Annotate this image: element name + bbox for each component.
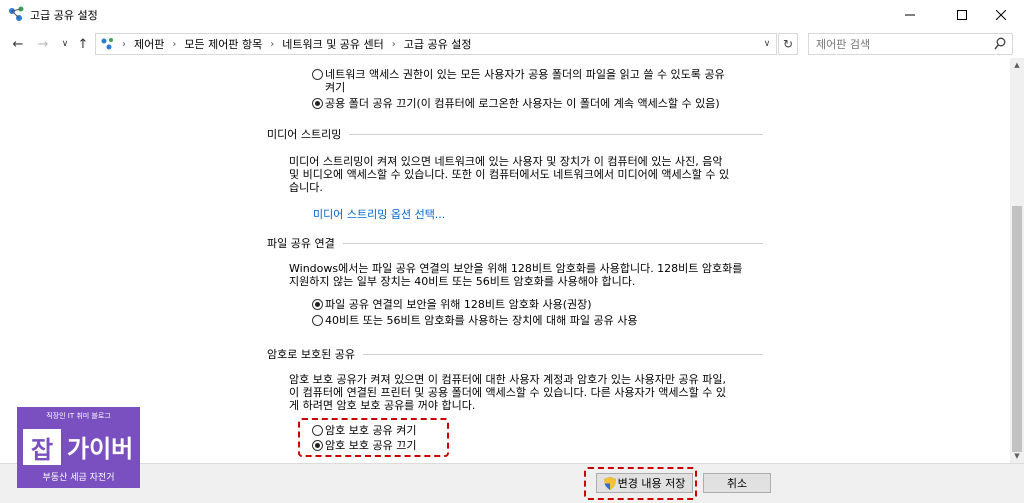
media-text-1: 미디어 스트리밍이 켜져 있으면 네트워크에 있는 사용자 및 장치가 이 컴퓨… [289, 155, 723, 168]
control-panel-icon [101, 38, 113, 50]
close-button[interactable] [978, 0, 1024, 30]
password-section-header: 암호로 보호된 공유 [267, 346, 763, 362]
file-sharing-section-header: 파일 공유 연결 [267, 235, 763, 251]
media-streaming-options-link[interactable]: 미디어 스트리밍 옵션 선택... [313, 206, 445, 222]
breadcrumb-advanced-sharing[interactable]: 고급 공유 설정 [404, 36, 472, 52]
password-text-3: 게 하려면 암호 보호 공유를 꺼야 합니다. [289, 399, 476, 412]
media-section-header: 미디어 스트리밍 [267, 126, 763, 142]
chevron-down-icon: ∨ [61, 39, 69, 49]
password-description: 암호 보호 공유가 켜져 있으면 이 컴퓨터에 대한 사용자 계정과 암호가 있… [289, 373, 764, 412]
encryption-128-label: 파일 공유 연결의 보안을 위해 128비트 암호화 사용(권장) [325, 298, 592, 311]
scroll-down-icon[interactable]: ▼ [1010, 449, 1024, 463]
watermark-bottom-text: 부동산 세금 자전거 [42, 473, 115, 483]
minimize-button[interactable] [887, 0, 933, 30]
scroll-thumb[interactable] [1012, 206, 1022, 452]
up-button[interactable]: ↑ [73, 34, 93, 54]
back-button[interactable]: ← [8, 34, 28, 54]
breadcrumb-separator-icon: › [172, 38, 177, 50]
file-sharing-text-2: 지원하지 않는 일부 장치는 40비트 또는 56비트 암호화를 사용해야 합니… [289, 275, 636, 288]
public-folder-on-text-2: 켜기 [325, 81, 346, 94]
media-text-2: 및 비디오에 액세스할 수 있습니다. 또한 이 컴퓨터에서도 네트워크에서 미… [289, 168, 730, 181]
public-folder-off-label: 공용 폴더 공유 끄기(이 컴퓨터에 로그온한 사용자는 이 폴더에 계속 액세… [325, 97, 720, 110]
vertical-scrollbar[interactable]: ▲ ▼ [1010, 58, 1024, 463]
search-icon [994, 37, 1006, 50]
refresh-button[interactable]: ↻ [778, 33, 798, 55]
watermark-top-text: 직장인 IT 취미 블로그 [46, 412, 111, 420]
radio-selected-icon [312, 299, 323, 310]
breadcrumb-separator-icon: › [391, 38, 396, 50]
forward-button[interactable]: → [33, 34, 53, 54]
radio-encryption-40[interactable]: 40비트 또는 56비트 암호화를 사용하는 장치에 대해 파일 공유 사용 [312, 314, 637, 327]
watermark-logo: 직장인 IT 취미 블로그 잡 가이버 부동산 세금 자전거 [17, 407, 140, 488]
radio-public-folder-off[interactable]: 공용 폴더 공유 끄기(이 컴퓨터에 로그온한 사용자는 이 폴더에 계속 액세… [312, 97, 720, 110]
cancel-button-label: 취소 [726, 477, 748, 490]
radio-encryption-128[interactable]: 파일 공유 연결의 보안을 위해 128비트 암호화 사용(권장) [312, 298, 592, 311]
button-bar: 변경 내용 저장 취소 [0, 463, 1024, 503]
breadcrumb-separator-icon: › [270, 38, 275, 50]
watermark-big-char: 잡 [23, 429, 61, 465]
refresh-icon: ↻ [782, 37, 794, 51]
encryption-40-label: 40비트 또는 56비트 암호화를 사용하는 장치에 대해 파일 공유 사용 [325, 314, 638, 327]
password-text-1: 암호 보호 공유가 켜져 있으면 이 컴퓨터에 대한 사용자 계정과 암호가 있… [289, 373, 727, 386]
address-row: ← → ∨ ↑ › 제어판 › 모든 제어판 항목 › 네트워크 및 공유 센터… [0, 30, 1024, 58]
maximize-icon [957, 10, 967, 20]
recent-button[interactable]: ∨ [55, 34, 75, 54]
radio-selected-icon [312, 98, 323, 109]
title-bar: 고급 공유 설정 [0, 0, 1024, 30]
arrow-up-icon: ↑ [77, 36, 89, 52]
search-box[interactable] [808, 33, 1013, 55]
radio-unselected-icon [312, 315, 323, 326]
radio-unselected-icon [312, 69, 323, 80]
address-bar[interactable]: › 제어판 › 모든 제어판 항목 › 네트워크 및 공유 센터 › 고급 공유… [95, 33, 777, 55]
close-icon [996, 10, 1006, 20]
password-header-text: 암호로 보호된 공유 [267, 348, 355, 361]
file-sharing-header-text: 파일 공유 연결 [267, 237, 335, 250]
network-icon [9, 6, 24, 21]
breadcrumb-control-panel[interactable]: 제어판 [134, 36, 164, 52]
highlight-save-button [584, 467, 697, 500]
search-input[interactable] [809, 34, 979, 54]
arrow-left-icon: ← [12, 36, 24, 52]
chevron-down-icon: ∨ [763, 39, 771, 49]
public-folder-on-label: 네트워크 액세스 권한이 있는 모든 사용자가 공용 폴더의 파일을 읽고 쓸 … [325, 68, 725, 94]
media-header-text: 미디어 스트리밍 [267, 128, 342, 141]
settings-content: 네트워크 액세스 권한이 있는 모든 사용자가 공용 폴더의 파일을 읽고 쓸 … [0, 58, 1010, 463]
scroll-up-icon[interactable]: ▲ [1010, 58, 1024, 72]
breadcrumb-all-items[interactable]: 모든 제어판 항목 [184, 36, 262, 52]
address-dropdown-button[interactable]: ∨ [758, 34, 776, 54]
window-title: 고급 공유 설정 [30, 9, 98, 22]
media-description: 미디어 스트리밍이 켜져 있으면 네트워크에 있는 사용자 및 장치가 이 컴퓨… [289, 155, 764, 194]
minimize-icon [905, 14, 915, 16]
breadcrumb-network-center[interactable]: 네트워크 및 공유 센터 [282, 36, 384, 52]
arrow-right-icon: → [37, 36, 49, 52]
public-folder-on-text-1: 네트워크 액세스 권한이 있는 모든 사용자가 공용 폴더의 파일을 읽고 쓸 … [325, 68, 725, 81]
radio-public-folder-on[interactable]: 네트워크 액세스 권한이 있는 모든 사용자가 공용 폴더의 파일을 읽고 쓸 … [312, 68, 725, 94]
file-sharing-text-1: Windows에서는 파일 공유 연결의 보안을 위해 128비트 암호화를 사… [289, 262, 743, 275]
cancel-button[interactable]: 취소 [703, 473, 771, 493]
watermark-big-text: 가이버 [67, 435, 134, 463]
media-text-3: 습니다. [289, 181, 323, 194]
file-sharing-description: Windows에서는 파일 공유 연결의 보안을 위해 128비트 암호화를 사… [289, 262, 764, 288]
breadcrumb-separator-icon: › [122, 38, 126, 50]
password-text-2: 이 컴퓨터에 연결된 프린터 및 공용 폴더에 액세스할 수 있습니다. 다른 … [289, 386, 727, 399]
highlight-password-options [298, 418, 449, 457]
